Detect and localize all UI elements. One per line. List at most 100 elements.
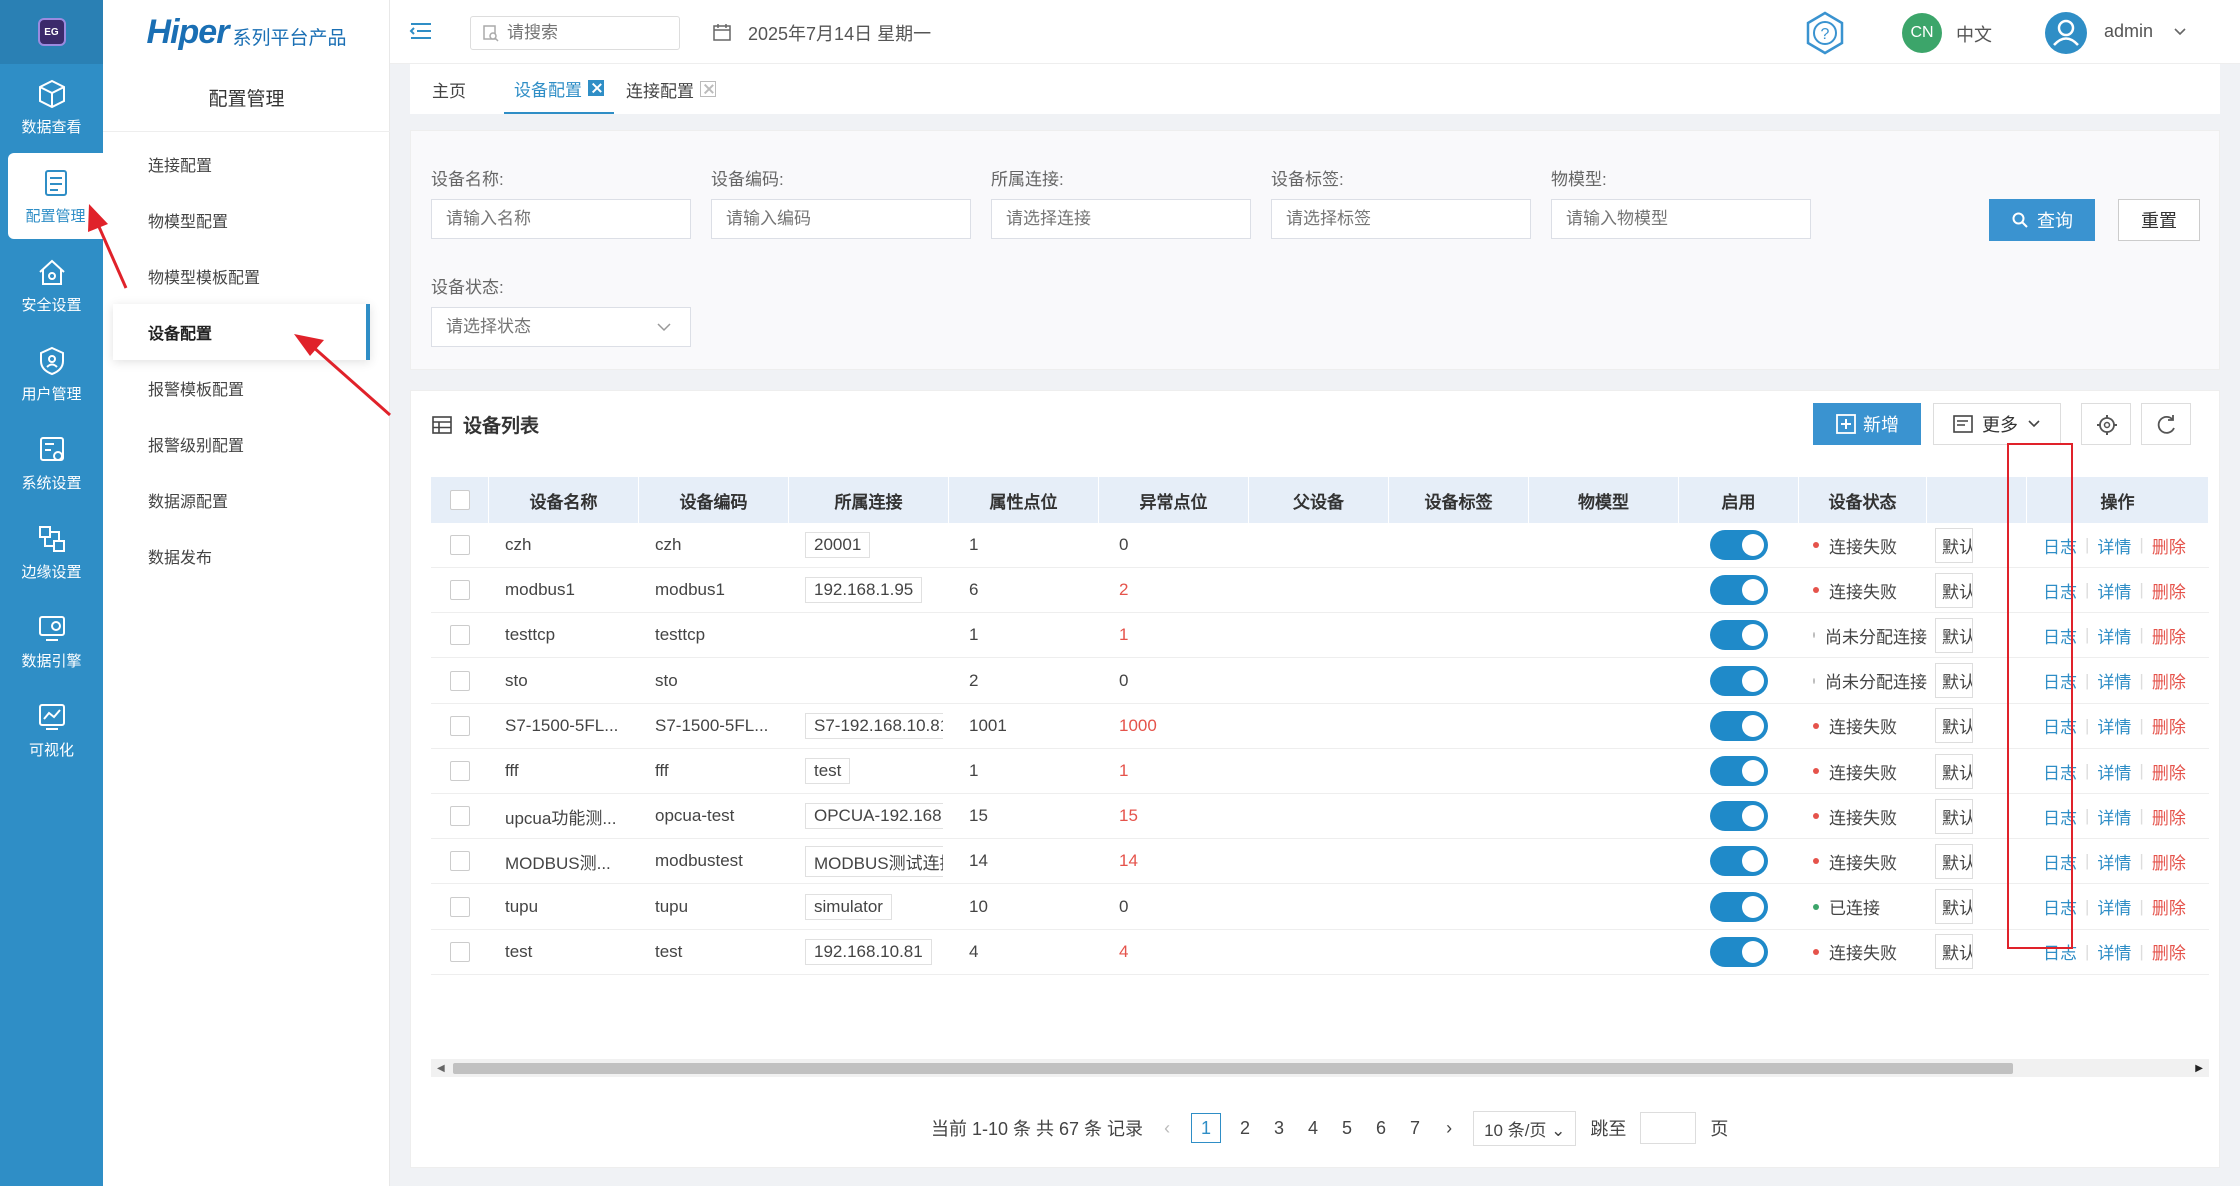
default-button[interactable]: 默认: [1935, 753, 1973, 789]
language-label[interactable]: 中文: [1956, 21, 1992, 47]
default-button[interactable]: 默认: [1935, 617, 1973, 653]
device-status-select[interactable]: [431, 307, 691, 347]
detail-link[interactable]: 详情: [2097, 533, 2131, 558]
more-button[interactable]: 更多: [1933, 403, 2061, 445]
detail-link[interactable]: 详情: [2097, 894, 2131, 919]
row-select-cell[interactable]: [431, 613, 489, 657]
detail-link[interactable]: 详情: [2097, 939, 2131, 964]
next-page-icon[interactable]: ›: [1439, 1118, 1459, 1139]
row-select-cell[interactable]: [431, 839, 489, 883]
submenu-item-7[interactable]: 数据源配置: [113, 472, 370, 528]
user-avatar[interactable]: [2045, 12, 2087, 54]
submenu-item-2[interactable]: 物模型配置: [113, 192, 370, 248]
enable-toggle[interactable]: [1710, 801, 1768, 832]
enable-toggle[interactable]: [1710, 710, 1768, 741]
enable-toggle[interactable]: [1710, 891, 1768, 922]
row-checkbox[interactable]: [450, 670, 470, 691]
reset-button[interactable]: 重置: [2118, 199, 2200, 241]
submenu-item-3[interactable]: 物模型模板配置: [113, 248, 370, 304]
page-1[interactable]: 1: [1191, 1113, 1222, 1143]
add-device-button[interactable]: 新增: [1813, 403, 1921, 445]
row-select-cell[interactable]: [431, 749, 489, 793]
prev-page-icon[interactable]: ‹: [1157, 1118, 1177, 1139]
global-search-input[interactable]: [470, 16, 680, 50]
detail-link[interactable]: 详情: [2097, 759, 2131, 784]
delete-link[interactable]: 删除: [2152, 623, 2186, 648]
rail-item-5[interactable]: 系统设置: [0, 420, 103, 506]
device-code-input[interactable]: [711, 199, 971, 239]
row-checkbox[interactable]: [450, 761, 470, 781]
device-tag-select[interactable]: [1271, 199, 1531, 239]
tab-home[interactable]: 主页: [432, 64, 466, 114]
thing-model-input[interactable]: [1551, 199, 1811, 239]
language-badge[interactable]: CN: [1902, 13, 1942, 53]
detail-link[interactable]: 详情: [2097, 713, 2131, 738]
delete-link[interactable]: 删除: [2152, 804, 2186, 829]
detail-link[interactable]: 详情: [2097, 804, 2131, 829]
submenu-item-4[interactable]: 设备配置: [113, 304, 370, 360]
refresh-button[interactable]: [2141, 403, 2191, 445]
page-5[interactable]: 5: [1337, 1118, 1357, 1139]
default-button[interactable]: 默认: [1935, 708, 1973, 744]
delete-link[interactable]: 删除: [2152, 533, 2186, 558]
submenu-item-5[interactable]: 报警模板配置: [113, 360, 370, 416]
page-3[interactable]: 3: [1269, 1118, 1289, 1139]
page-4[interactable]: 4: [1303, 1118, 1323, 1139]
detail-link[interactable]: 详情: [2097, 578, 2131, 603]
horizontal-scrollbar[interactable]: ◀ ▶: [431, 1059, 2209, 1077]
default-button[interactable]: 默认: [1935, 889, 1973, 925]
menu-toggle-icon[interactable]: [408, 18, 434, 44]
default-button[interactable]: 默认: [1935, 798, 1973, 834]
rail-item-6[interactable]: 边缘设置: [0, 509, 103, 595]
scroll-left-icon[interactable]: ◀: [437, 1063, 445, 1074]
delete-link[interactable]: 删除: [2152, 759, 2186, 784]
close-icon[interactable]: [588, 80, 604, 96]
enable-toggle[interactable]: [1710, 665, 1768, 696]
delete-link[interactable]: 删除: [2152, 578, 2186, 603]
enable-toggle[interactable]: [1710, 936, 1768, 967]
default-button[interactable]: 默认: [1935, 527, 1973, 563]
row-select-cell[interactable]: [431, 704, 489, 748]
row-checkbox[interactable]: [450, 715, 470, 736]
enable-toggle[interactable]: [1710, 575, 1768, 606]
select-all-cell[interactable]: [431, 477, 489, 523]
connection-select[interactable]: [991, 199, 1251, 239]
enable-toggle[interactable]: [1710, 846, 1768, 877]
row-select-cell[interactable]: [431, 568, 489, 612]
rail-item-7[interactable]: 数据引擎: [0, 598, 103, 684]
submenu-item-6[interactable]: 报警级别配置: [113, 416, 370, 472]
row-checkbox[interactable]: [450, 941, 470, 962]
jump-page-input[interactable]: [1640, 1112, 1697, 1144]
row-checkbox[interactable]: [450, 806, 470, 827]
row-select-cell[interactable]: [431, 659, 489, 703]
scroll-right-icon[interactable]: ▶: [2195, 1063, 2203, 1074]
default-button[interactable]: 默认: [1935, 934, 1973, 970]
delete-link[interactable]: 删除: [2152, 668, 2186, 693]
select-all-checkbox[interactable]: [449, 490, 470, 510]
device-name-input[interactable]: [431, 199, 691, 239]
row-select-cell[interactable]: [431, 885, 489, 929]
submenu-item-8[interactable]: 数据发布: [113, 528, 370, 584]
row-checkbox[interactable]: [450, 580, 470, 601]
page-7[interactable]: 7: [1405, 1118, 1425, 1139]
row-select-cell[interactable]: [431, 794, 489, 838]
page-6[interactable]: 6: [1371, 1118, 1391, 1139]
enable-toggle[interactable]: [1710, 620, 1768, 651]
query-button[interactable]: 查询: [1989, 199, 2095, 241]
chevron-down-icon[interactable]: [2172, 24, 2188, 40]
default-button[interactable]: 默认: [1935, 572, 1973, 608]
tab-device-config[interactable]: 设备配置: [504, 64, 614, 114]
delete-link[interactable]: 删除: [2152, 894, 2186, 919]
row-checkbox[interactable]: [450, 896, 470, 917]
detail-link[interactable]: 详情: [2097, 623, 2131, 648]
enable-toggle[interactable]: [1710, 756, 1768, 786]
scrollbar-thumb[interactable]: [453, 1063, 2013, 1074]
rail-item-8[interactable]: 可视化: [0, 687, 103, 773]
delete-link[interactable]: 删除: [2152, 849, 2186, 874]
default-button[interactable]: 默认: [1935, 663, 1973, 699]
tab-connection-config[interactable]: 连接配置: [626, 64, 716, 114]
close-icon[interactable]: [700, 81, 716, 97]
row-select-cell[interactable]: [431, 930, 489, 974]
default-button[interactable]: 默认: [1935, 843, 1973, 879]
row-checkbox[interactable]: [450, 625, 470, 646]
